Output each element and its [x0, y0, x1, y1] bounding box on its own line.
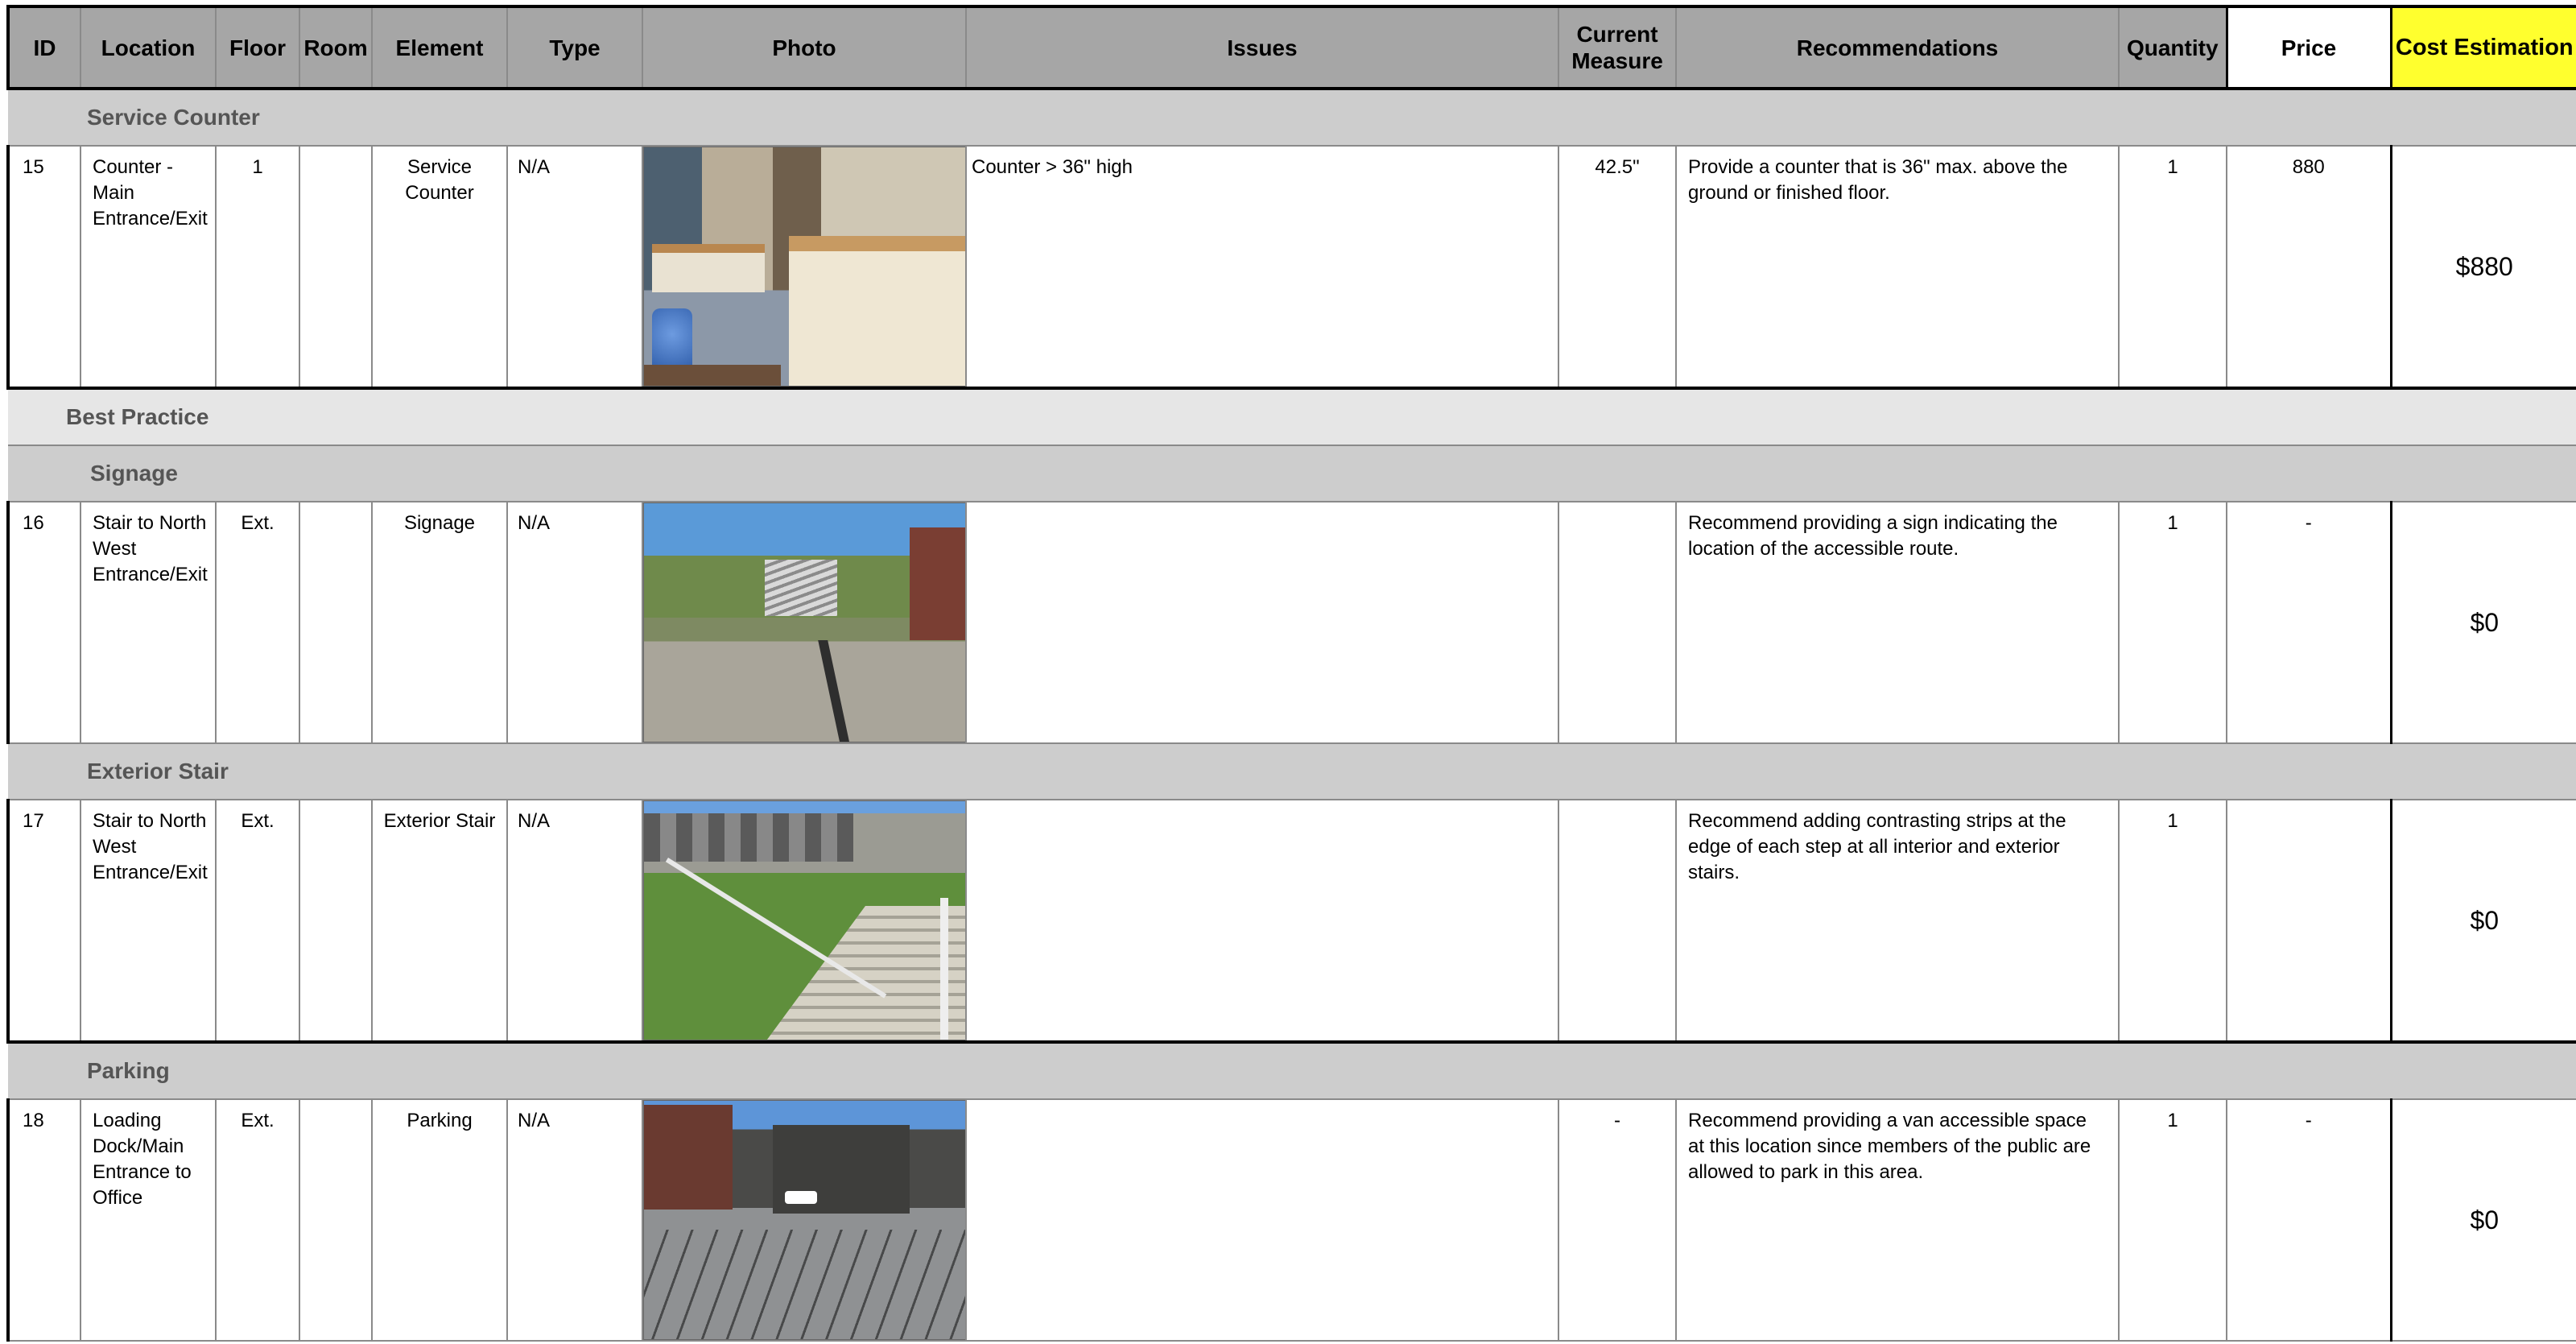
cell-photo[interactable] [642, 1098, 967, 1342]
cell-issues[interactable]: Counter > 36" high [965, 145, 1559, 389]
section-row-exterior-stair: Exterior Stair [8, 742, 2576, 800]
cell-type[interactable]: N/A [506, 1098, 643, 1342]
spreadsheet: ID Location Floor Room Element Type Phot… [6, 5, 2576, 1344]
cell-element[interactable]: Exterior Stair [371, 799, 508, 1043]
cell-photo[interactable] [642, 501, 967, 744]
cell-cost-estimation[interactable]: $880 [2389, 145, 2576, 389]
cell-room[interactable] [299, 799, 373, 1043]
col-header-issues[interactable]: Issues [965, 5, 1559, 90]
cell-cost-estimation[interactable]: $0 [2389, 799, 2576, 1043]
cell-type[interactable]: N/A [506, 145, 643, 389]
exterior-route-photo[interactable] [644, 503, 964, 742]
cell-floor[interactable]: Ext. [215, 1098, 300, 1342]
col-header-price[interactable]: Price [2225, 5, 2392, 90]
col-header-room[interactable]: Room [299, 5, 373, 90]
cell-floor[interactable]: Ext. [215, 501, 300, 744]
col-header-location[interactable]: Location [80, 5, 217, 90]
cell-price[interactable]: 880 [2226, 145, 2392, 389]
header-row: ID Location Floor Room Element Type Phot… [6, 5, 2576, 90]
exterior-stair-photo[interactable] [644, 801, 964, 1040]
cell-id[interactable]: 18 [6, 1098, 81, 1342]
section-row-parking: Parking [8, 1040, 2576, 1100]
cell-current-measure[interactable]: - [1558, 1098, 1677, 1342]
cell-current-measure[interactable]: 42.5" [1558, 145, 1677, 389]
section-row-signage: Signage [8, 445, 2576, 502]
cell-quantity[interactable]: 1 [2118, 501, 2227, 744]
cell-floor[interactable]: Ext. [215, 799, 300, 1043]
cost-estimate-table: ID Location Floor Room Element Type Phot… [6, 5, 2576, 1342]
cell-quantity[interactable]: 1 [2118, 1098, 2227, 1342]
col-header-photo[interactable]: Photo [642, 5, 967, 90]
col-header-floor[interactable]: Floor [215, 5, 300, 90]
cell-type[interactable]: N/A [506, 799, 643, 1043]
cell-quantity[interactable]: 1 [2118, 799, 2227, 1043]
cell-room[interactable] [299, 1098, 373, 1342]
cell-photo[interactable] [642, 799, 967, 1043]
section-label: Exterior Stair [87, 759, 229, 784]
cell-type[interactable]: N/A [506, 501, 643, 744]
section-row-service-counter: Service Counter [8, 88, 2576, 147]
section-label: Service Counter [87, 105, 260, 130]
col-header-quantity[interactable]: Quantity [2118, 5, 2227, 90]
section-row-best-practice: Best Practice [8, 387, 2576, 446]
section-label: Signage [90, 461, 178, 486]
col-header-cost-estimation[interactable]: Cost Estimation [2390, 5, 2576, 90]
cell-issues[interactable] [965, 501, 1559, 744]
cell-id[interactable]: 16 [6, 501, 81, 744]
cell-issues[interactable] [965, 799, 1559, 1043]
cell-current-measure[interactable] [1558, 799, 1677, 1043]
table-row: 18 Loading Dock/Main Entrance to Office … [6, 1098, 2576, 1342]
cell-id[interactable]: 17 [6, 799, 81, 1043]
cell-location[interactable]: Stair to North West Entrance/Exit [80, 799, 217, 1043]
cell-recommendations[interactable]: Recommend adding contrasting strips at t… [1675, 799, 2120, 1043]
cell-issues[interactable] [965, 1098, 1559, 1342]
cell-photo[interactable] [642, 145, 967, 389]
cell-quantity[interactable]: 1 [2118, 145, 2227, 389]
section-label: Parking [87, 1058, 170, 1083]
cell-room[interactable] [299, 145, 373, 389]
cell-price[interactable]: - [2226, 1098, 2392, 1342]
table-row: 16 Stair to North West Entrance/Exit Ext… [6, 501, 2576, 744]
col-header-current-measure[interactable]: Current Measure [1558, 5, 1677, 90]
cell-price[interactable]: - [2226, 501, 2392, 744]
cell-recommendations[interactable]: Provide a counter that is 36" max. above… [1675, 145, 2120, 389]
col-header-type[interactable]: Type [506, 5, 643, 90]
section-label: Best Practice [66, 404, 209, 429]
cell-room[interactable] [299, 501, 373, 744]
cell-location[interactable]: Counter - Main Entrance/Exit [80, 145, 217, 389]
cell-current-measure[interactable] [1558, 501, 1677, 744]
cell-id[interactable]: 15 [6, 145, 81, 389]
cell-cost-estimation[interactable]: $0 [2389, 501, 2576, 744]
parking-lot-photo[interactable] [644, 1101, 964, 1339]
office-counter-photo[interactable] [644, 147, 964, 387]
table-row: 15 Counter - Main Entrance/Exit 1 Servic… [6, 145, 2576, 389]
cell-element[interactable]: Signage [371, 501, 508, 744]
cell-location[interactable]: Loading Dock/Main Entrance to Office [80, 1098, 217, 1342]
cell-element[interactable]: Parking [371, 1098, 508, 1342]
table-row: 17 Stair to North West Entrance/Exit Ext… [6, 799, 2576, 1043]
col-header-element[interactable]: Element [371, 5, 508, 90]
cell-recommendations[interactable]: Recommend providing a van accessible spa… [1675, 1098, 2120, 1342]
col-header-recommendations[interactable]: Recommendations [1675, 5, 2120, 90]
cell-floor[interactable]: 1 [215, 145, 300, 389]
cell-cost-estimation[interactable]: $0 [2389, 1098, 2576, 1342]
cell-element[interactable]: Service Counter [371, 145, 508, 389]
cell-location[interactable]: Stair to North West Entrance/Exit [80, 501, 217, 744]
cell-price[interactable] [2226, 799, 2392, 1043]
cell-recommendations[interactable]: Recommend providing a sign indicating th… [1675, 501, 2120, 744]
col-header-id[interactable]: ID [6, 5, 81, 90]
